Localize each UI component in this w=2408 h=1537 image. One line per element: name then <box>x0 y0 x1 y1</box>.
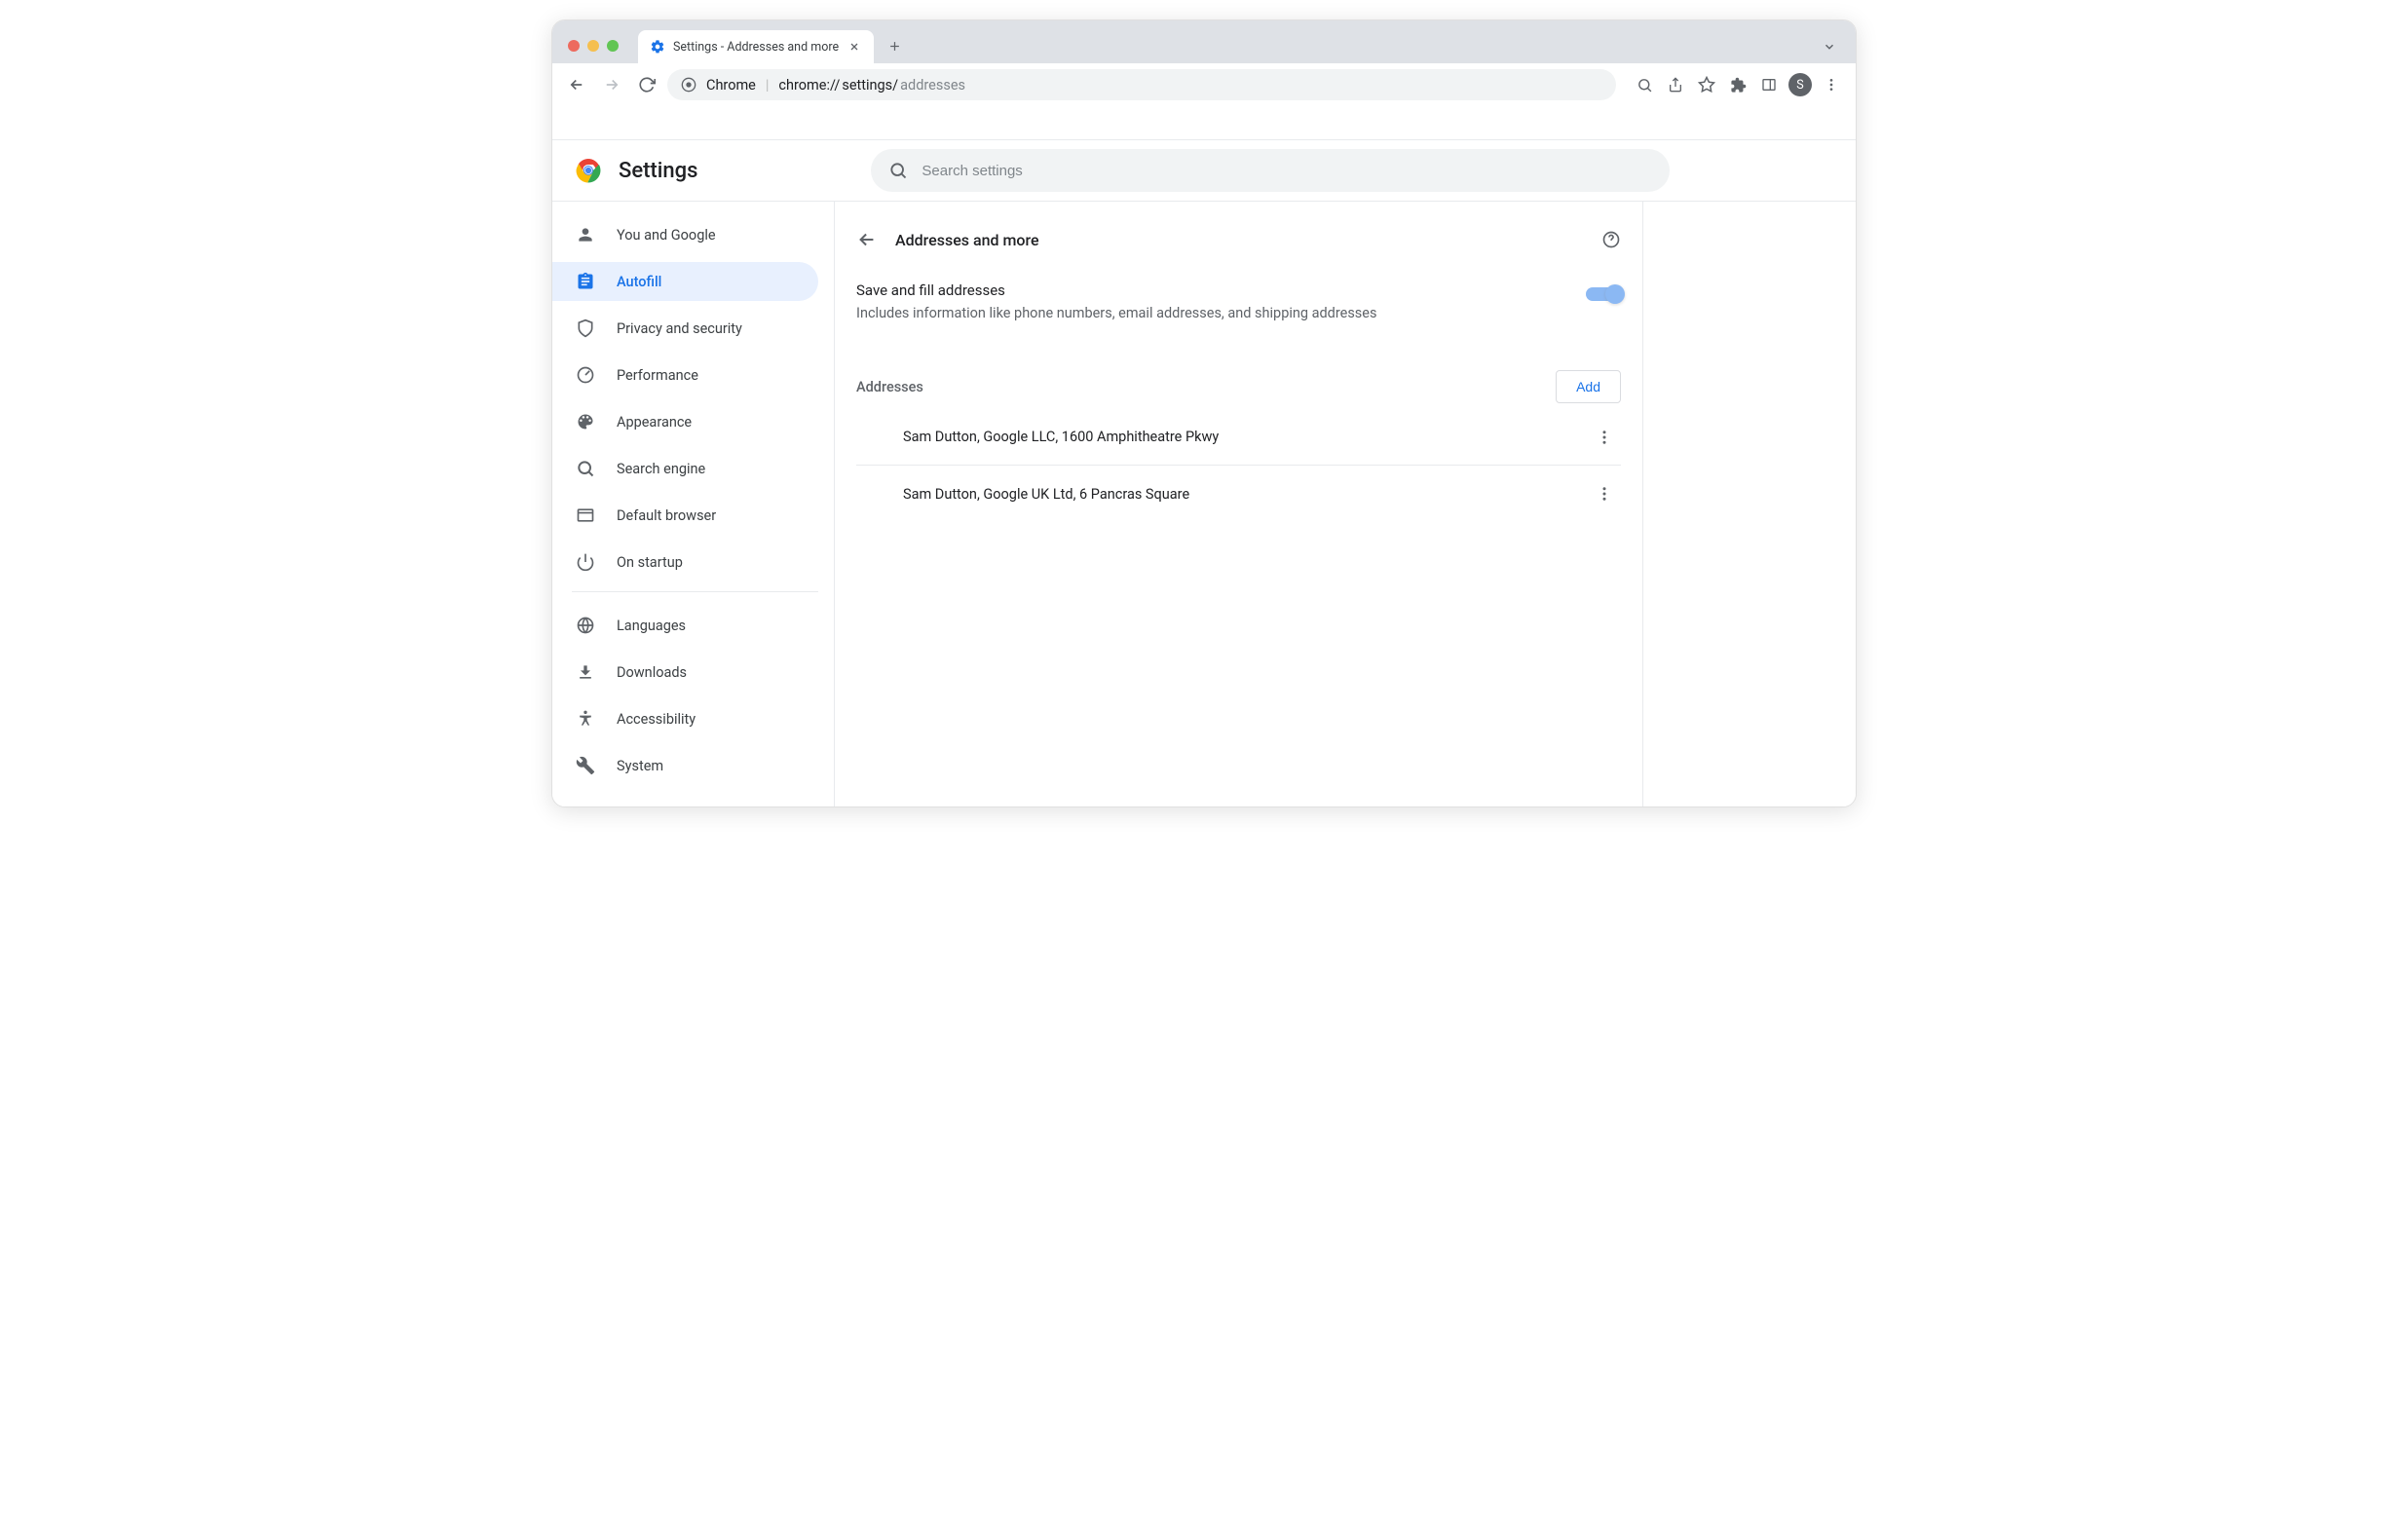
forward-button[interactable] <box>597 70 626 99</box>
sidebar-item-autofill[interactable]: Autofill <box>552 262 818 301</box>
side-panel-icon[interactable] <box>1754 70 1784 99</box>
sidebar-item-label: On startup <box>617 554 683 571</box>
tab-strip: Settings - Addresses and more <box>552 20 1856 63</box>
person-icon <box>576 225 595 244</box>
settings-page: Settings You and Google Autofill <box>552 106 1856 806</box>
sidebar-item-performance[interactable]: Performance <box>552 356 818 394</box>
sidebar-item-label: Default browser <box>617 507 716 524</box>
addresses-section-header: Addresses Add <box>835 331 1642 403</box>
speedometer-icon <box>576 365 595 385</box>
sidebar-item-search-engine[interactable]: Search engine <box>552 449 818 488</box>
sidebar-item-on-startup[interactable]: On startup <box>552 543 818 581</box>
address-row[interactable]: Sam Dutton, Google LLC, 1600 Amphitheatr… <box>856 409 1621 466</box>
browser-tab[interactable]: Settings - Addresses and more <box>638 30 874 63</box>
close-window-button[interactable] <box>568 40 580 52</box>
toggle-description: Includes information like phone numbers,… <box>856 305 1570 321</box>
accessibility-icon <box>576 709 595 729</box>
sidebar-item-label: Autofill <box>617 274 661 290</box>
add-address-button[interactable]: Add <box>1556 370 1621 403</box>
sidebar-item-system[interactable]: System <box>552 746 818 785</box>
close-tab-button[interactable] <box>847 39 862 55</box>
avatar: S <box>1788 73 1812 96</box>
addresses-label: Addresses <box>856 379 1556 395</box>
search-icon <box>888 161 908 180</box>
panel-header: Addresses and more <box>835 223 1642 262</box>
address-text: Sam Dutton, Google LLC, 1600 Amphitheatr… <box>903 429 1588 445</box>
tab-overflow-button[interactable] <box>1823 40 1844 63</box>
bookmark-icon[interactable] <box>1692 70 1721 99</box>
sidebar-item-label: Languages <box>617 618 686 634</box>
sidebar-item-label: Search engine <box>617 461 705 477</box>
minimize-window-button[interactable] <box>587 40 599 52</box>
help-icon[interactable] <box>1601 230 1621 249</box>
toolbar-actions: S <box>1622 70 1846 99</box>
wrench-icon <box>576 756 595 775</box>
maximize-window-button[interactable] <box>607 40 619 52</box>
new-tab-button[interactable] <box>874 39 916 63</box>
sidebar-item-label: Downloads <box>617 664 687 681</box>
back-arrow-button[interactable] <box>856 229 878 250</box>
settings-sidebar: You and Google Autofill Privacy and secu… <box>552 202 835 806</box>
window-controls <box>564 40 626 63</box>
globe-icon <box>576 616 595 635</box>
search-input[interactable] <box>922 163 1652 179</box>
sidebar-item-label: You and Google <box>617 227 716 244</box>
sidebar-item-appearance[interactable]: Appearance <box>552 402 818 441</box>
panel-title: Addresses and more <box>895 231 1601 249</box>
browser-window: Settings - Addresses and more Chro <box>551 19 1857 807</box>
save-fill-toggle-row: Save and fill addresses Includes informa… <box>835 262 1642 331</box>
clipboard-icon <box>576 272 595 291</box>
settings-body: You and Google Autofill Privacy and secu… <box>552 202 1856 806</box>
browser-toolbar: Chrome | chrome://settings/addresses S <box>552 63 1856 106</box>
sidebar-item-privacy[interactable]: Privacy and security <box>552 309 818 348</box>
search-settings-box[interactable] <box>871 149 1670 192</box>
sidebar-item-accessibility[interactable]: Accessibility <box>552 699 818 738</box>
palette-icon <box>576 412 595 431</box>
zoom-icon[interactable] <box>1630 70 1659 99</box>
power-icon <box>576 552 595 572</box>
address-text: Sam Dutton, Google UK Ltd, 6 Pancras Squ… <box>903 486 1588 503</box>
site-info-icon[interactable] <box>681 77 696 93</box>
sidebar-item-downloads[interactable]: Downloads <box>552 653 818 692</box>
sidebar-item-label: Privacy and security <box>617 320 742 337</box>
settings-panel: Addresses and more Save and fill address… <box>835 202 1643 806</box>
sidebar-item-label: Performance <box>617 367 698 384</box>
sidebar-item-label: Accessibility <box>617 711 696 728</box>
extensions-icon[interactable] <box>1723 70 1752 99</box>
address-menu-button[interactable] <box>1588 421 1621 454</box>
download-icon <box>576 662 595 682</box>
address-menu-button[interactable] <box>1588 477 1621 510</box>
address-row[interactable]: Sam Dutton, Google UK Ltd, 6 Pancras Squ… <box>856 466 1621 522</box>
save-fill-toggle[interactable] <box>1586 287 1621 301</box>
url-text: Chrome | chrome://settings/addresses <box>706 77 965 94</box>
search-icon <box>576 459 595 478</box>
chrome-menu-button[interactable] <box>1817 70 1846 99</box>
tab-title: Settings - Addresses and more <box>673 40 839 55</box>
address-list: Sam Dutton, Google LLC, 1600 Amphitheatr… <box>835 403 1642 522</box>
sidebar-item-you-and-google[interactable]: You and Google <box>552 215 818 254</box>
sidebar-item-label: Appearance <box>617 414 692 431</box>
page-title: Settings <box>619 159 697 183</box>
sidebar-item-label: System <box>617 758 663 774</box>
sidebar-divider <box>572 591 818 592</box>
share-icon[interactable] <box>1661 70 1690 99</box>
shield-icon <box>576 319 595 338</box>
sidebar-item-languages[interactable]: Languages <box>552 606 818 645</box>
reload-button[interactable] <box>632 70 661 99</box>
browser-icon <box>576 506 595 525</box>
toggle-title: Save and fill addresses <box>856 281 1570 299</box>
back-button[interactable] <box>562 70 591 99</box>
settings-main: Addresses and more Save and fill address… <box>835 202 1856 806</box>
sidebar-item-default-browser[interactable]: Default browser <box>552 496 818 535</box>
settings-header: Settings <box>552 139 1856 202</box>
address-bar[interactable]: Chrome | chrome://settings/addresses <box>667 69 1616 100</box>
chrome-logo-icon <box>576 158 601 183</box>
profile-button[interactable]: S <box>1786 70 1815 99</box>
gear-icon <box>650 39 665 55</box>
